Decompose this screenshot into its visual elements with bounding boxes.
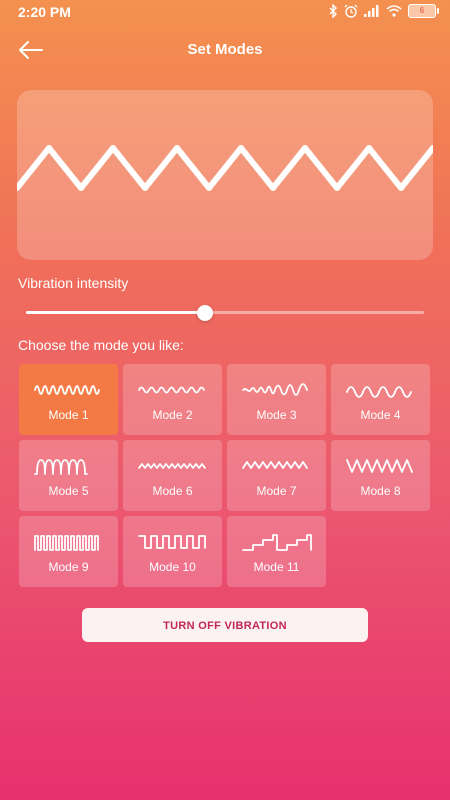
mode-tile[interactable]: Mode 3 [227, 364, 326, 435]
wifi-icon [386, 5, 402, 17]
square-dense-icon [34, 535, 99, 551]
zigzag-medium-icon [242, 461, 308, 469]
bluetooth-icon [329, 4, 337, 18]
intensity-slider[interactable] [26, 302, 424, 324]
pulse-round-icon [34, 459, 88, 475]
mode-tile[interactable]: Mode 9 [19, 516, 118, 587]
battery-icon: 6 [408, 4, 439, 18]
page-title: Set Modes [187, 41, 263, 58]
status-time: 2:20 PM [18, 4, 71, 20]
mode-tile[interactable]: Mode 11 [227, 516, 326, 587]
signal-icon [364, 5, 379, 17]
square-wave-icon [138, 535, 206, 549]
zigzag-small-icon [138, 463, 206, 469]
mode-label: Mode 8 [360, 484, 401, 498]
waveform-line [17, 145, 433, 191]
mode-tile[interactable]: Mode 4 [331, 364, 430, 435]
mode-tile[interactable]: Mode 2 [123, 364, 222, 435]
mode-label: Mode 3 [256, 408, 297, 422]
status-icons: 6 [328, 4, 439, 18]
stairs-icon [242, 534, 312, 551]
mode-prompt: Choose the mode you like: [18, 337, 184, 353]
wave-growing-icon [242, 383, 308, 396]
mode-grid: Mode 1 Mode 2 Mode 3 Mode 4 Mode 5 Mode 6 Mode… [19, 364, 431, 587]
battery-level: 6 [419, 6, 425, 15]
mode-label: Mode 11 [253, 560, 300, 574]
alarm-icon [344, 4, 358, 18]
mode-label: Mode 4 [360, 408, 401, 422]
mode-label: Mode 10 [149, 560, 196, 574]
app-header: Set Modes [0, 30, 450, 70]
wave-wide-icon [346, 386, 412, 398]
mode-label: Mode 5 [48, 484, 89, 498]
mode-label: Mode 7 [256, 484, 297, 498]
wave-small-icon [138, 386, 205, 394]
mode-tile[interactable]: Mode 6 [123, 440, 222, 511]
intensity-label: Vibration intensity [18, 275, 129, 291]
mode-label: Mode 1 [48, 408, 89, 422]
zigzag-large-icon [346, 459, 413, 473]
mode-tile[interactable]: Mode 5 [19, 440, 118, 511]
mode-label: Mode 6 [152, 484, 193, 498]
status-bar: 2:20 PM 6 [0, 0, 450, 24]
mode-tile[interactable]: Mode 7 [227, 440, 326, 511]
wave-tight-icon [34, 385, 100, 395]
mode-tile[interactable]: Mode 10 [123, 516, 222, 587]
turn-off-vibration-button[interactable]: TURN OFF VIBRATION [82, 608, 368, 642]
mode-tile[interactable]: Mode 1 [19, 364, 118, 435]
mode-tile[interactable]: Mode 8 [331, 440, 430, 511]
mode-label: Mode 9 [48, 560, 89, 574]
mode-label: Mode 2 [152, 408, 193, 422]
slider-thumb[interactable] [197, 305, 214, 321]
waveform-preview [17, 90, 433, 260]
slider-fill [26, 311, 206, 314]
